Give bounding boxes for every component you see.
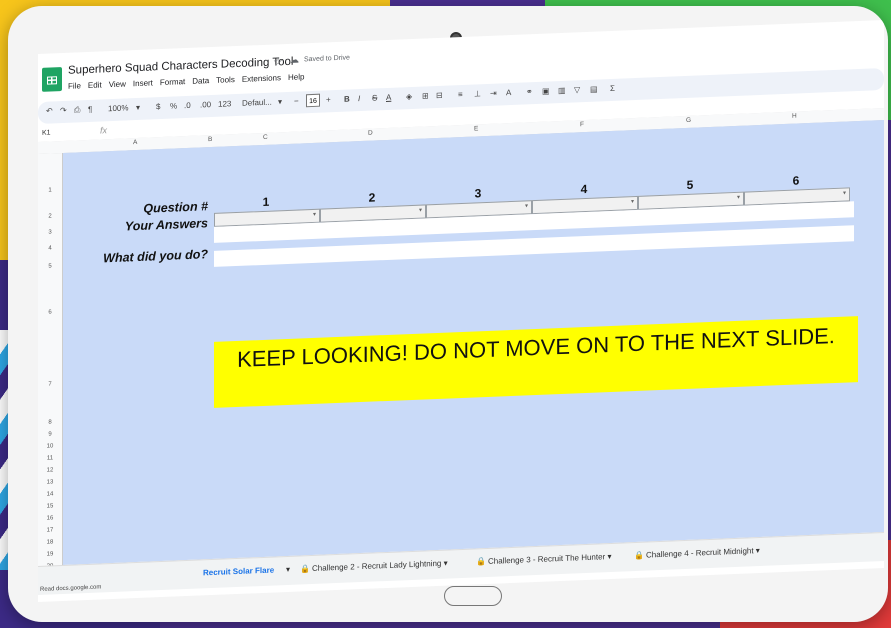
menu-data[interactable]: Data — [192, 76, 209, 86]
fx-icon: fx — [100, 125, 108, 136]
percent-button[interactable]: % — [170, 101, 177, 110]
row-header[interactable]: 3 — [38, 229, 62, 236]
filter-icon[interactable]: ▽ — [574, 85, 580, 94]
fill-color-icon[interactable]: ◈ — [406, 92, 412, 101]
row-header[interactable]: 1 — [38, 187, 62, 194]
number-format-button[interactable]: 123 — [218, 99, 231, 109]
row-header[interactable]: 7 — [38, 381, 62, 388]
tab-label: Challenge 3 - Recruit The Hunter — [487, 552, 606, 566]
menu-file[interactable]: File — [68, 81, 81, 91]
font-size-field[interactable]: 16 — [306, 93, 320, 108]
column-header[interactable]: B — [208, 136, 212, 143]
name-box[interactable]: K1 — [42, 129, 51, 136]
italic-button[interactable]: I — [358, 94, 360, 103]
menu-tools[interactable]: Tools — [216, 75, 235, 85]
rotate-icon[interactable]: A — [506, 88, 511, 97]
saved-status: Saved to Drive — [304, 54, 350, 64]
merge-icon[interactable]: ⊟ — [436, 91, 443, 100]
column-header[interactable]: H — [792, 113, 797, 120]
row-header[interactable]: 12 — [38, 467, 62, 474]
column-header[interactable]: C — [263, 134, 268, 141]
lock-icon: 🔒 — [476, 557, 486, 567]
font-size-increase-icon[interactable]: + — [326, 95, 331, 104]
row-header[interactable]: 11 — [38, 455, 62, 462]
align-icon[interactable]: ≡ — [458, 90, 463, 99]
borders-icon[interactable]: ⊞ — [422, 91, 429, 100]
font-select[interactable]: Defaul... — [242, 98, 272, 108]
menu-format[interactable]: Format — [160, 77, 185, 87]
lock-icon: 🔒 — [634, 550, 644, 561]
row-header[interactable]: 6 — [38, 309, 62, 316]
row-header[interactable]: 14 — [38, 491, 62, 498]
row-header[interactable]: 8 — [38, 419, 62, 426]
tab-active-chevron-icon[interactable]: ▾ — [286, 565, 290, 574]
functions-button[interactable]: Σ — [610, 84, 615, 93]
bold-button[interactable]: B — [344, 94, 350, 103]
tab-challenge-4[interactable]: 🔒 Challenge 4 - Recruit Midnight ▾ — [634, 546, 760, 560]
menu-insert[interactable]: Insert — [133, 78, 153, 88]
star-icon[interactable]: ☆ — [273, 55, 283, 68]
row-header[interactable]: 2 — [38, 213, 62, 220]
spreadsheet-screen: Superhero Squad Characters Decoding Tool… — [38, 20, 884, 603]
valign-icon[interactable]: ⊥ — [474, 89, 481, 98]
text-color-button[interactable]: A — [386, 93, 391, 102]
print-icon[interactable]: ⎙ — [74, 105, 80, 115]
row-header[interactable]: 18 — [38, 539, 62, 546]
column-header[interactable]: E — [474, 125, 478, 132]
row-header[interactable]: 9 — [38, 431, 62, 438]
chart-icon[interactable]: ▥ — [558, 86, 566, 95]
status-text: Read docs.google.com — [40, 584, 102, 593]
row-header[interactable]: 4 — [38, 245, 62, 252]
menu-view[interactable]: View — [109, 79, 126, 89]
column-header[interactable]: G — [686, 117, 691, 124]
zoom-select[interactable]: 100% — [108, 103, 128, 113]
column-header[interactable]: A — [133, 139, 137, 146]
undo-icon[interactable]: ↶ — [46, 106, 53, 115]
currency-button[interactable]: $ — [156, 102, 160, 111]
menu-edit[interactable]: Edit — [88, 80, 102, 90]
column-header[interactable]: D — [368, 130, 373, 137]
menu-extensions[interactable]: Extensions — [242, 73, 281, 84]
row-header[interactable]: 19 — [38, 551, 62, 558]
increase-decimal-button[interactable]: .00 — [200, 100, 211, 109]
decrease-decimal-button[interactable]: .0 — [184, 101, 191, 110]
row-header[interactable]: 13 — [38, 479, 62, 486]
row-header[interactable]: 17 — [38, 527, 62, 534]
tab-challenge-3[interactable]: 🔒 Challenge 3 - Recruit The Hunter ▾ — [476, 552, 611, 566]
sheets-logo-icon[interactable] — [42, 67, 62, 92]
font-size-decrease-icon[interactable]: − — [294, 97, 299, 106]
row-header[interactable]: 16 — [38, 515, 62, 522]
zoom-chevron-icon[interactable]: ▾ — [136, 103, 140, 112]
tab-challenge-2[interactable]: 🔒 Challenge 2 - Recruit Lady Lightning ▾ — [300, 559, 448, 574]
link-icon[interactable]: ⚭ — [526, 87, 533, 96]
tab-recruit-solar-flare[interactable]: Recruit Solar Flare — [203, 566, 274, 578]
paint-format-icon[interactable]: ¶ — [88, 105, 92, 114]
wrap-icon[interactable]: ⇥ — [490, 89, 497, 98]
row-headers: 1 2 3 4 5 6 7 8 9 10 11 12 13 14 15 16 1… — [38, 152, 63, 594]
home-button[interactable] — [444, 586, 502, 606]
tab-label: Challenge 4 - Recruit Midnight — [645, 546, 754, 560]
cloud-icon: ☁ — [290, 54, 299, 65]
row-header[interactable]: 10 — [38, 443, 62, 450]
comment-icon[interactable]: ▣ — [542, 86, 550, 95]
font-chevron-icon[interactable]: ▾ — [278, 97, 282, 106]
column-header[interactable]: F — [580, 121, 584, 128]
lock-icon: 🔒 — [300, 564, 310, 574]
strikethrough-button[interactable]: S — [372, 93, 377, 102]
tab-label: Challenge 2 - Recruit Lady Lightning — [311, 558, 442, 573]
menu-help[interactable]: Help — [288, 72, 304, 82]
filter-views-icon[interactable]: ▤ — [590, 85, 598, 94]
redo-icon[interactable]: ↷ — [60, 106, 67, 115]
tablet-frame: Superhero Squad Characters Decoding Tool… — [8, 6, 888, 622]
row-header[interactable]: 15 — [38, 503, 62, 510]
